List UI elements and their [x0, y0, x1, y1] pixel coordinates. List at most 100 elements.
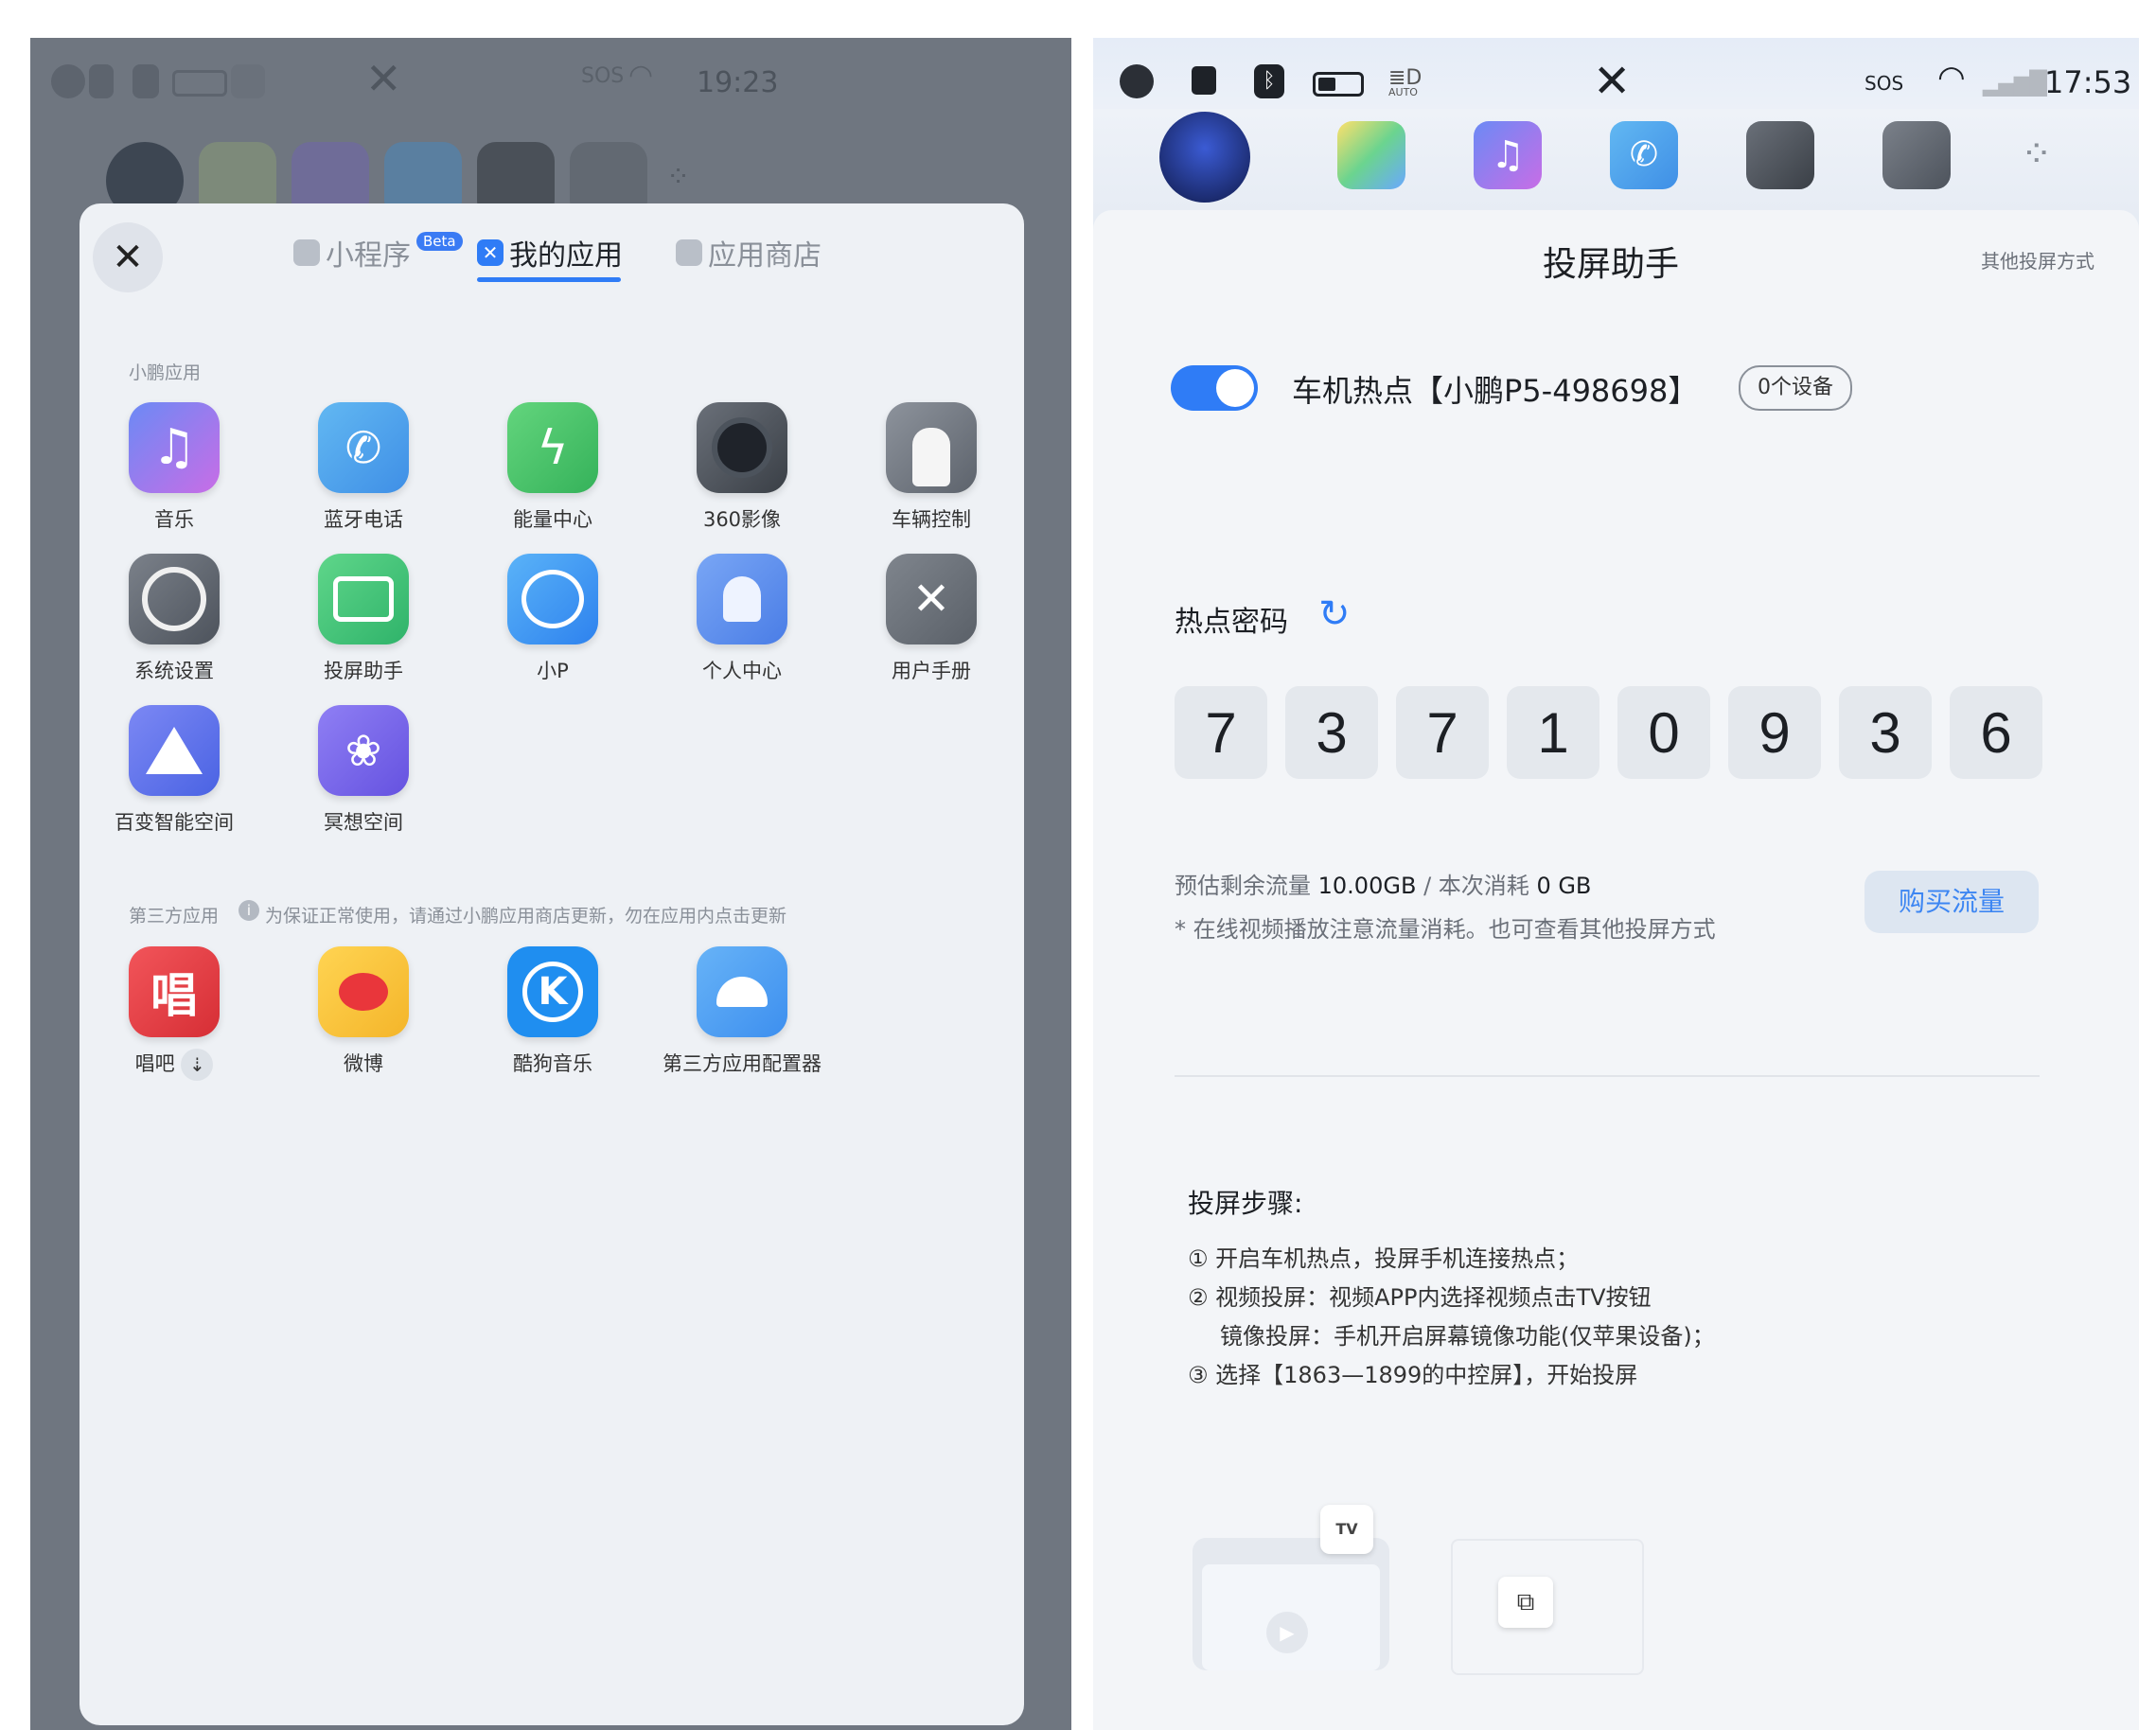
app-label: 投屏助手 — [324, 660, 403, 682]
tab-label: 小程序 — [326, 239, 411, 273]
lotus-app-icon: ❀ — [318, 705, 409, 796]
info-icon: i — [239, 900, 259, 921]
remaining-value: 10.00GB — [1317, 873, 1417, 899]
buy-traffic-button[interactable]: 购买流量 — [1864, 871, 2039, 933]
traffic-note: * 在线视频播放注意流量消耗。也可查看其他投屏方式 — [1175, 916, 1716, 943]
device-count-badge: 0个设备 — [1739, 365, 1852, 411]
tab-mini-program[interactable]: 小程序 Beta — [293, 232, 463, 274]
weibo-app-icon — [318, 946, 409, 1037]
app-drawer-modal: ✕ 小程序 Beta ✕ 我的应用 应用商店 小鹏应用 ♫ 音乐 ✆ 蓝牙电话 … — [80, 203, 1024, 1725]
screencast-panel — [1093, 210, 2139, 1730]
hotspot-label: 车机热点【小鹏P5-498698】 — [1292, 373, 1699, 409]
tab-my-apps[interactable]: ✕ 我的应用 — [477, 232, 623, 274]
app-third-party-config[interactable]: 第三方应用配置器 — [662, 946, 822, 1077]
tab-active-indicator — [477, 277, 621, 282]
person-app-icon — [697, 554, 787, 644]
close-button[interactable]: ✕ — [93, 222, 163, 292]
app-user-manual[interactable]: ✕ 用户手册 — [851, 554, 1012, 684]
app-bluetooth-phone[interactable]: ✆ 蓝牙电话 — [283, 402, 444, 533]
phone-app-icon: ✆ — [318, 402, 409, 493]
status-bar: ✕ SOS ◠ 19:23 — [30, 38, 1071, 132]
xpeng-logo-icon: ✕ — [365, 53, 402, 104]
app-weibo[interactable]: 微博 — [283, 946, 444, 1077]
app-label: 唱吧 — [134, 1052, 175, 1075]
app-label: 系统设置 — [134, 660, 214, 682]
music-icon[interactable]: ♫ — [1474, 121, 1542, 189]
car-app-icon — [886, 402, 977, 493]
kugou-app-icon: K — [507, 946, 598, 1037]
app-xiaop[interactable]: 小P — [472, 554, 633, 684]
password-digit: 7 — [1175, 686, 1267, 779]
wifi-icon: ◠ — [1937, 59, 1966, 97]
battery-icon — [1313, 72, 1364, 97]
status-time: 19:23 — [697, 66, 779, 99]
password-digit: 0 — [1617, 686, 1710, 779]
right-screen: ᛒ ≣D AUTO ✕ SOS ◠ ▂▄▆█ 17:53 ♫ ✆ ⁘ 投屏助手 … — [1093, 38, 2139, 1730]
app-label: 第三方应用配置器 — [663, 1052, 822, 1075]
step-item: 镜像投屏：手机开启屏幕镜像功能(仅苹果设备)； — [1220, 1323, 1715, 1350]
app-kugou-music[interactable]: K 酷狗音乐 — [472, 946, 633, 1077]
camera-icon[interactable] — [1746, 121, 1814, 189]
app-360-camera[interactable]: 360影像 — [662, 402, 822, 533]
wifi-icon: ◠ — [628, 59, 654, 92]
toggle-knob — [1216, 369, 1254, 407]
app-label-row: 唱吧 ⇣ — [94, 1049, 255, 1081]
map-icon[interactable] — [1337, 121, 1405, 189]
download-cloud-icon[interactable]: ⇣ — [181, 1049, 214, 1081]
settings-icon[interactable] — [1882, 121, 1951, 189]
steps-title: 投屏步骤: — [1188, 1188, 1303, 1219]
section-title-third-party: 第三方应用 — [129, 906, 220, 927]
steps-list: ① 开启车机热点，投屏手机连接热点； ② 视频投屏：视频APP内选择视频点击TV… — [1188, 1240, 1715, 1395]
status-time: 17:53 — [2044, 64, 2132, 100]
app-system-settings[interactable]: 系统设置 — [94, 554, 255, 684]
tab-app-store[interactable]: 应用商店 — [676, 232, 822, 274]
password-digit: 6 — [1950, 686, 2042, 779]
app-music[interactable]: ♫ 音乐 — [94, 402, 255, 533]
used-value: 0 GB — [1536, 873, 1592, 899]
app-label: 音乐 — [154, 508, 194, 531]
xiaop-avatar-icon[interactable] — [1159, 112, 1250, 203]
tv-illustration: ▶ — [1193, 1538, 1389, 1670]
hotspot-toggle[interactable] — [1171, 365, 1258, 411]
xpeng-logo-icon: ✕ — [1593, 55, 1632, 108]
password-digit: 3 — [1839, 686, 1932, 779]
android-app-icon — [697, 946, 787, 1037]
step-item: ① 开启车机热点，投屏手机连接热点； — [1188, 1245, 1580, 1272]
third-party-notice: 为保证正常使用，请通过小鹏应用商店更新，勿在应用内点击更新 — [265, 906, 787, 927]
beta-badge: Beta — [416, 232, 463, 251]
app-smart-space[interactable]: 百变智能空间 — [94, 705, 255, 836]
left-screen: ✕ SOS ◠ 19:23 ⁘ ✕ 小程序 Beta ✕ 我的应用 应用商店 小… — [30, 38, 1071, 1730]
changba-app-icon: 唱 — [129, 946, 220, 1037]
tab-label: 应用商店 — [708, 239, 822, 273]
app-screen-cast[interactable]: 投屏助手 — [283, 554, 444, 684]
other-methods-link[interactable]: 其他投屏方式 — [1981, 246, 2094, 274]
password-digit: 1 — [1507, 686, 1599, 779]
traffic-separator: / — [1423, 873, 1432, 899]
app-energy-center[interactable]: ϟ 能量中心 — [472, 402, 633, 533]
app-meditation-space[interactable]: ❀ 冥想空间 — [283, 705, 444, 836]
section-title-xpeng-apps: 小鹏应用 — [129, 362, 202, 383]
app-label: 能量中心 — [513, 508, 592, 531]
app-store-icon — [676, 239, 702, 266]
app-label: 个人中心 — [702, 660, 782, 682]
step-item: ③ 选择【1863—1899的中控屏】，开始投屏 — [1188, 1362, 1638, 1388]
refresh-icon[interactable]: ↻ — [1318, 592, 1351, 636]
traffic-info: 预估剩余流量 10.00GB / 本次消耗 0 GB — [1175, 867, 1591, 900]
app-changba[interactable]: 唱 唱吧 ⇣ — [94, 946, 255, 1081]
sos-icon: SOS — [581, 64, 625, 88]
close-icon: ✕ — [112, 236, 144, 279]
signal-icon: ▂▄▆█ — [1983, 70, 2047, 97]
app-personal-center[interactable]: 个人中心 — [662, 554, 822, 684]
headlight-icon — [231, 64, 265, 98]
app-label: 车辆控制 — [892, 508, 971, 531]
xpeng-apps-icon: ✕ — [477, 239, 504, 266]
phone-icon[interactable]: ✆ — [1610, 121, 1678, 189]
mini-program-icon — [293, 239, 320, 266]
app-vehicle-control[interactable]: 车辆控制 — [851, 402, 1012, 533]
more-apps-icon[interactable]: ⁘ — [666, 161, 704, 199]
app-label: 小P — [537, 660, 569, 682]
settings-app-icon — [129, 554, 220, 644]
more-apps-icon[interactable]: ⁘ — [2021, 132, 2053, 176]
divider — [1175, 1075, 2040, 1077]
energy-app-icon: ϟ — [507, 402, 598, 493]
